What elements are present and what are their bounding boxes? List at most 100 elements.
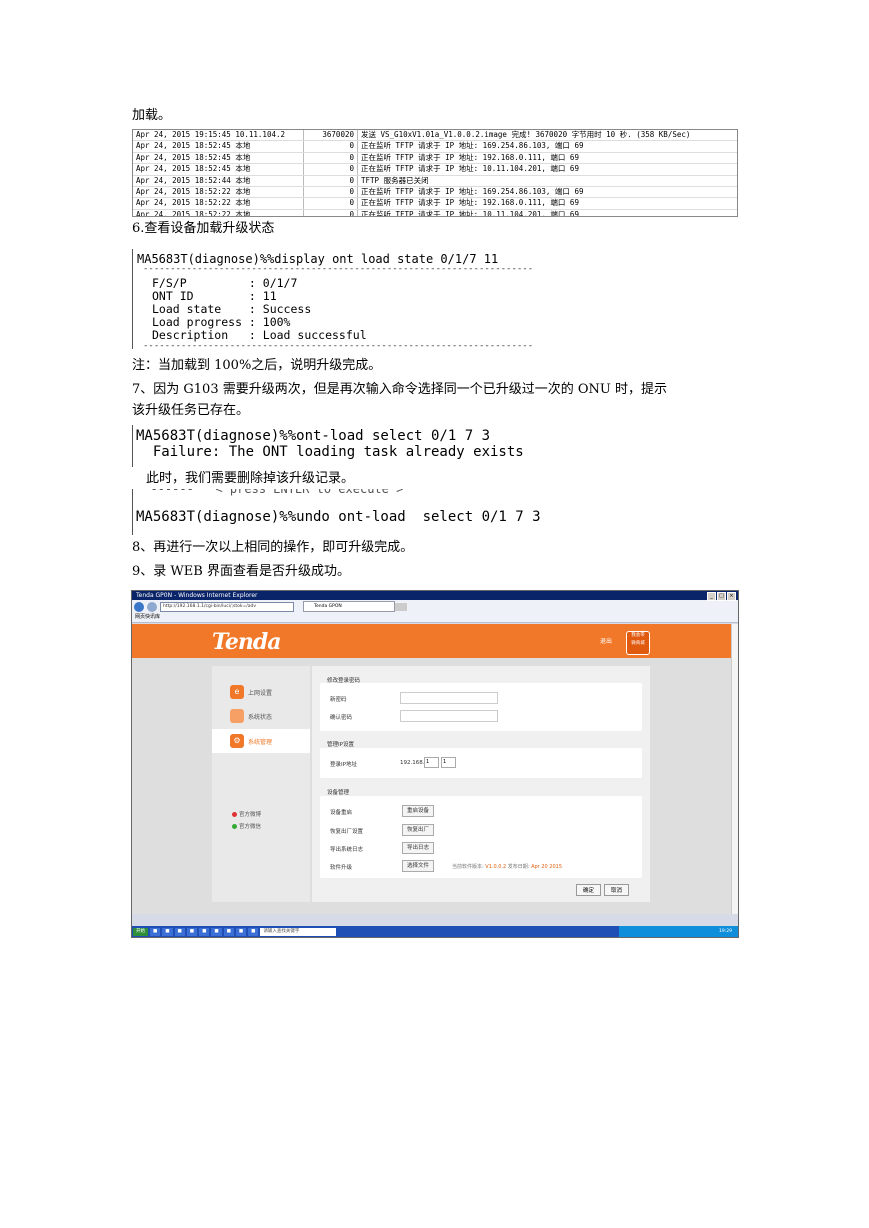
terminal1-row-2: Load state : Success <box>152 302 312 316</box>
step7-line1: 7、因为 G103 需要升级两次，但是再次输入命令选择同一个已升级过一次的 ON… <box>132 382 667 397</box>
taskbar-item[interactable]: ■ <box>199 927 210 936</box>
log-cell-time: Apr 24, 2015 19:15:45 10.11.104.2 <box>133 130 304 141</box>
reboot-label: 设备重启 <box>330 810 353 816</box>
taskbar-search[interactable]: 请输入查找关键字 <box>260 927 337 936</box>
date-text: 发布日期: <box>507 864 530 870</box>
step7-line2: 该升级任务已存在。 <box>132 403 250 418</box>
taskbar: 开始 ■ ■ ■ ■ ■ ■ ■ ■ ■ 请输入查找关键字 19:29 <box>132 926 738 937</box>
internet-icon: e <box>230 685 244 699</box>
new-tab-icon[interactable] <box>395 602 407 611</box>
log-cell-size: 0 <box>304 164 358 175</box>
main-panel: 修改登录密码 新密码 确认密码 管理IP设置 登录IP地址 192.168. 1… <box>312 666 650 902</box>
weibo-label: 官方微博 <box>239 812 262 818</box>
terminal1-row-1: ONT ID : 11 <box>152 289 277 303</box>
maximize-icon[interactable]: □ <box>717 592 726 601</box>
ip-octet-4-input[interactable]: 1 <box>441 757 456 768</box>
export-log-label: 导出系统日志 <box>330 847 364 853</box>
wechat-icon <box>232 823 237 829</box>
app-label-1: 我会带 <box>631 633 645 638</box>
log-row: Apr 24, 2015 18:52:44 本地 0 TFTP 服务器已关闭 <box>133 175 737 187</box>
terminal3-cmd: MA5683T(diagnose)%%undo ont-load select … <box>136 509 541 525</box>
cancel-button[interactable]: 取消 <box>604 884 630 896</box>
weibo-icon <box>232 811 237 817</box>
new-password-label: 新密码 <box>330 697 347 703</box>
confirm-password-input[interactable] <box>400 710 498 722</box>
device-panel: 设备重启 重启设备 恢复出厂设置 恢复出厂 导出系统日志 导出日志 软件升级 选… <box>320 796 642 878</box>
taskbar-item[interactable]: ■ <box>150 927 161 936</box>
app-icon[interactable]: 我会带 微商城 <box>626 631 650 655</box>
terminal1-row-3: Load progress : 100% <box>152 315 291 329</box>
log-cell-size: 0 <box>304 175 358 186</box>
log-row: Apr 24, 2015 18:52:22 本地 0 正在监听 TFTP 请求于 I… <box>133 209 737 216</box>
sidebar-label: 上网设置 <box>248 689 273 697</box>
taskbar-item[interactable]: ■ <box>211 927 222 936</box>
log-cell-msg: 正在监听 TFTP 请求于 IP 地址: 10.11.104.201, 端口 6… <box>361 164 579 174</box>
minimize-icon[interactable]: _ <box>707 592 716 601</box>
sidebar-item-system[interactable]: ⚙ 系统管理 <box>212 729 310 753</box>
taskbar-item[interactable]: ■ <box>162 927 173 936</box>
sidebar-item-status[interactable]: 系统状态 <box>212 704 310 728</box>
section-device-title: 设备管理 <box>327 790 350 796</box>
web-page: Tenda 退出 我会带 微商城 e 上网设置 系统状态 ⚙ 系统管理 官方微博… <box>132 624 732 914</box>
taskbar-item[interactable]: ■ <box>248 927 259 936</box>
gear-icon: ⚙ <box>230 734 244 748</box>
sidebar-label: 系统管理 <box>248 738 273 746</box>
log-cell-msg: 发送 VS_G10xV1.01a_V1.0.0.2.image 完成! 3670… <box>361 130 691 139</box>
taskbar-item[interactable]: ■ <box>223 927 234 936</box>
choose-file-button[interactable]: 选择文件 <box>402 860 435 872</box>
version-text: 当前软件版本: <box>452 864 484 870</box>
terminal1-row-0: F/S/P : 0/1/7 <box>152 276 298 290</box>
browser-tab[interactable]: Tenda GPON <box>303 601 395 612</box>
log-cell-time: Apr 24, 2015 18:52:45 本地 <box>133 164 304 175</box>
log-cell-size: 0 <box>304 186 358 198</box>
log-cell-size: 0 <box>304 198 358 209</box>
page-scrollbar[interactable] <box>731 624 738 914</box>
log-cell-time: Apr 24, 2015 18:52:22 本地 <box>133 209 304 216</box>
window-titlebar: Tenda GP0N - Windows Internet Explorer _… <box>132 591 738 601</box>
new-password-input[interactable] <box>400 692 498 704</box>
remark-text: 此时，我们需要删除掉该升级记录。 <box>146 469 355 489</box>
log-cell-msg: 正在监听 TFTP 请求于 IP 地址: 192.168.0.111, 端口 6… <box>361 198 579 208</box>
forward-icon[interactable] <box>147 601 157 612</box>
logout-link[interactable]: 退出 <box>600 636 612 645</box>
wechat-link[interactable]: 官方微信 <box>232 822 261 830</box>
ip-panel: 登录IP地址 192.168. 1 1 <box>320 748 642 778</box>
terminal2-bar <box>132 425 133 467</box>
form-buttons: 确定 取消 <box>576 884 630 896</box>
log-row: Apr 24, 2015 19:15:45 10.11.104.2 3670020… <box>133 130 737 142</box>
log-cell-msg: TFTP 服务器已关闭 <box>361 175 429 185</box>
taskbar-item[interactable]: ■ <box>174 927 185 936</box>
sidebar: e 上网设置 系统状态 ⚙ 系统管理 官方微博 官方微信 <box>212 666 310 902</box>
upgrade-label: 软件升级 <box>330 865 353 871</box>
weibo-link[interactable]: 官方微博 <box>232 810 261 818</box>
factory-reset-button[interactable]: 恢复出厂 <box>402 824 435 836</box>
status-icon <box>230 709 244 723</box>
app-label-2: 微商城 <box>631 641 645 646</box>
tenda-header: Tenda 退出 我会带 微商城 <box>132 624 732 658</box>
log-cell-time: Apr 24, 2015 18:52:44 本地 <box>133 175 304 186</box>
favorites-link[interactable]: 网页快讯库 <box>135 614 160 620</box>
ip-prefix: 192.168. <box>400 760 425 766</box>
back-icon[interactable] <box>134 601 144 612</box>
start-button[interactable]: 开始 <box>133 927 148 936</box>
clock: 19:29 <box>719 929 732 934</box>
ok-button[interactable]: 确定 <box>576 884 602 896</box>
log-row: Apr 24, 2015 18:52:45 本地 0 正在监听 TFTP 请求于 I… <box>133 164 737 176</box>
window-title: Tenda GP0N - Windows Internet Explorer <box>136 592 258 599</box>
export-log-button[interactable]: 导出日志 <box>402 842 435 854</box>
log-row: Apr 24, 2015 18:52:22 本地 0 正在监听 TFTP 请求于 I… <box>133 186 737 199</box>
reboot-button[interactable]: 重启设备 <box>402 805 435 817</box>
system-tray: 19:29 <box>619 926 738 937</box>
close-icon[interactable]: × <box>727 592 736 601</box>
ip-octet-3-input[interactable]: 1 <box>424 757 439 768</box>
log-cell-time: Apr 24, 2015 18:52:22 本地 <box>133 198 304 209</box>
log-row: Apr 24, 2015 18:52:22 本地 0 正在监听 TFTP 请求于 I… <box>133 198 737 210</box>
url-input[interactable]: http://192.168.1.1/cgi-bin/luci/;stok=/a… <box>160 601 294 612</box>
taskbar-item[interactable]: ■ <box>186 927 198 936</box>
step6-text: 6.查看设备加载升级状态 <box>132 221 275 236</box>
terminal1-bar <box>132 249 133 349</box>
terminal1-dash-bottom: ----------------------------------------… <box>143 341 534 351</box>
taskbar-item[interactable]: ■ <box>235 927 247 936</box>
sidebar-item-internet[interactable]: e 上网设置 <box>212 680 310 704</box>
address-bar: http://192.168.1.1/cgi-bin/luci/;stok=/a… <box>132 600 738 613</box>
